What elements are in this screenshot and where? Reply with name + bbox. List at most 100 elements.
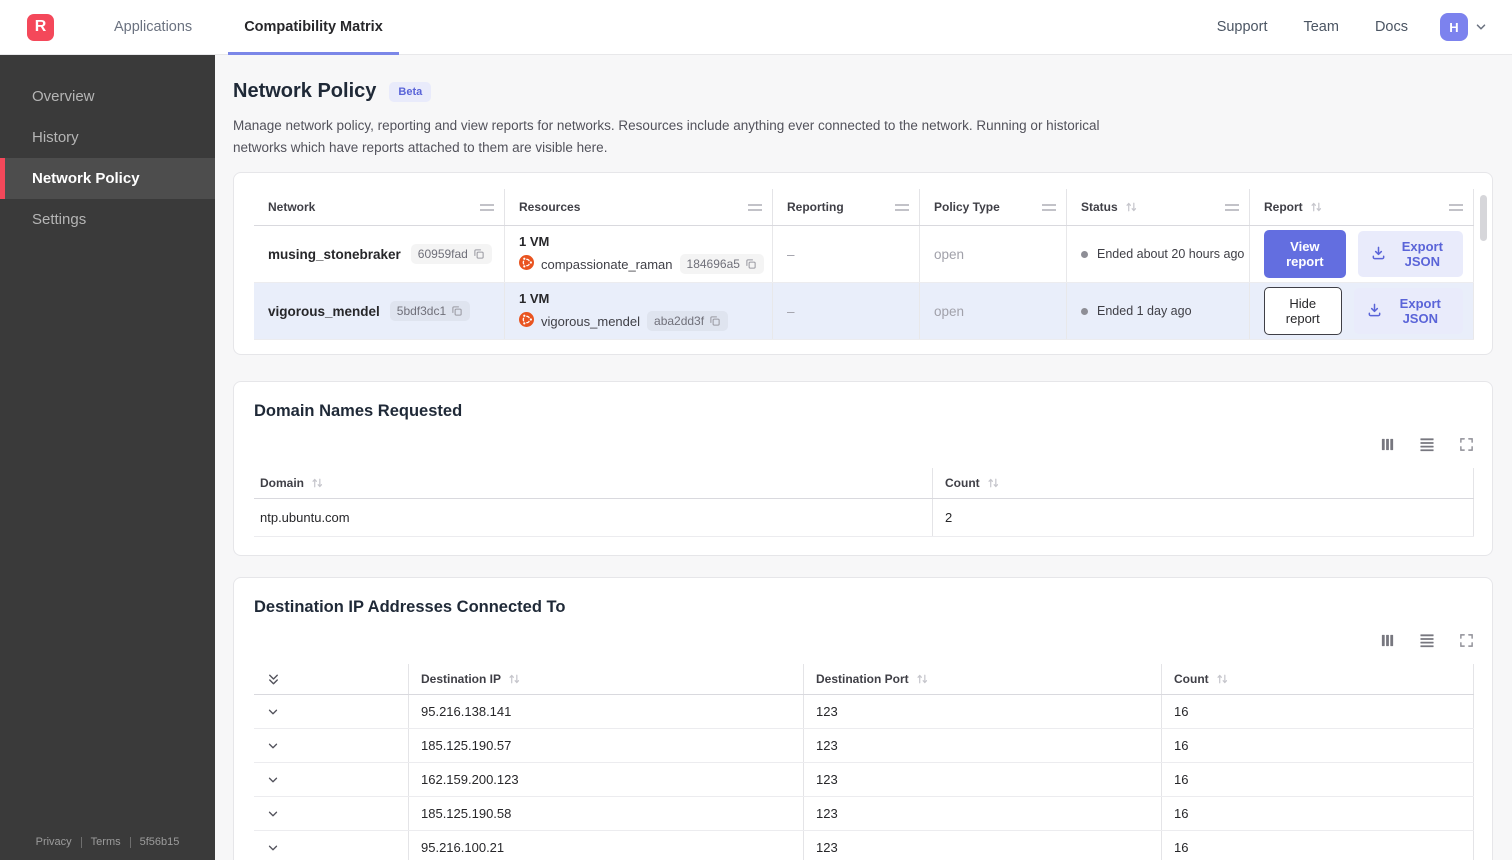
ip-cell: 162.159.200.123 [408,763,803,797]
column-resize-handle[interactable] [895,203,909,211]
terms-link[interactable]: Terms [82,836,130,848]
sidebar-item-settings[interactable]: Settings [0,199,215,240]
sort-icon[interactable] [311,477,324,489]
table-toolbar [254,633,1474,648]
domains-card: Domain Names Requested Domain Count ntp.… [233,381,1493,557]
row-density-icon[interactable] [1419,437,1435,452]
sort-icon[interactable] [1125,201,1138,213]
column-resize-handle[interactable] [1042,203,1056,211]
link-team[interactable]: Team [1303,19,1338,35]
sort-icon[interactable] [987,477,1000,489]
report-cell: View report Export JSON [1250,226,1474,283]
sort-icon[interactable] [508,673,521,685]
column-header-count[interactable]: Count [932,468,1474,499]
column-label: Network [268,200,316,215]
sidebar-item-overview[interactable]: Overview [0,76,215,117]
ip-cell: 95.216.100.21 [408,831,803,860]
chevron-down-icon [1474,20,1488,34]
networks-table-header: Network Resources Reporting Policy Type … [254,189,1474,227]
column-label: Destination IP [421,672,502,687]
policy-type-cell: open [920,283,1067,340]
count-cell: 16 [1161,763,1474,797]
export-json-button[interactable]: Export JSON [1357,231,1463,278]
ip-row[interactable]: 95.216.100.21 123 16 [254,831,1474,860]
tab-compatibility-matrix[interactable]: Compatibility Matrix [228,0,399,55]
row-expander-icon[interactable] [254,831,408,860]
domains-card-title: Domain Names Requested [254,402,463,421]
column-header-report[interactable]: Report [1250,189,1474,226]
count-cell: 16 [1161,729,1474,763]
port-cell: 123 [803,797,1161,831]
copy-icon[interactable] [473,248,485,260]
row-expander-icon[interactable] [254,763,408,796]
port-cell: 123 [803,695,1161,729]
column-resize-handle[interactable] [748,203,762,211]
sort-icon[interactable] [916,673,929,685]
network-row[interactable]: musing_stonebraker 60959fad 1 VM compass… [254,226,1474,284]
fullscreen-icon[interactable] [1459,437,1474,452]
column-header-count[interactable]: Count [1161,664,1474,695]
sidebar-item-network-policy[interactable]: Network Policy [0,158,215,199]
copy-icon[interactable] [745,258,757,270]
column-header-policy-type[interactable]: Policy Type [920,189,1067,226]
sidebar-item-history[interactable]: History [0,117,215,158]
link-support[interactable]: Support [1217,19,1268,35]
columns-icon[interactable] [1380,437,1395,452]
row-expander-icon[interactable] [254,729,408,762]
column-resize-handle[interactable] [1449,203,1463,211]
sort-icon[interactable] [1216,673,1229,685]
column-header-status[interactable]: Status [1067,189,1250,226]
network-id: 60959fad [417,247,468,262]
network-id-pill: 5bdf3dc1 [389,301,471,322]
columns-icon[interactable] [1380,633,1395,648]
sort-icon[interactable] [1310,201,1323,213]
column-resize-handle[interactable] [1225,203,1239,211]
fullscreen-icon[interactable] [1459,633,1474,648]
logo-letter: R [34,18,47,35]
row-density-icon[interactable] [1419,633,1435,648]
column-header-domain[interactable]: Domain [254,468,932,498]
privacy-link[interactable]: Privacy [27,836,81,848]
column-header-resources[interactable]: Resources [505,189,773,226]
beta-badge: Beta [389,81,432,102]
domain-row[interactable]: ntp.ubuntu.com 2 [254,499,1474,538]
ip-row[interactable]: 95.216.138.141 123 16 [254,695,1474,730]
download-icon [1371,245,1386,263]
copy-icon[interactable] [451,305,463,317]
resource-name: vigorous_mendel [541,313,641,329]
copy-icon[interactable] [709,315,721,327]
row-expander-icon[interactable] [254,797,408,830]
row-expander-icon[interactable] [254,695,408,728]
table-scrollbar[interactable] [1480,195,1487,242]
report-cell: Hide report Export JSON [1250,283,1474,340]
status-cell: Ended 1 day ago [1067,283,1250,340]
main-content: Network Policy Beta Manage network polic… [215,55,1512,860]
network-row[interactable]: vigorous_mendel 5bdf3dc1 1 VM vigorous_m… [254,283,1474,341]
column-label: Status [1081,200,1118,215]
resource-id-pill: aba2dd3f [647,311,729,332]
avatar[interactable]: H [1440,13,1468,41]
network-cell: vigorous_mendel 5bdf3dc1 [254,283,505,340]
hide-report-button[interactable]: Hide report [1264,287,1342,336]
link-docs[interactable]: Docs [1375,19,1408,35]
expand-all-icon[interactable] [254,664,408,694]
user-menu[interactable]: H [1440,13,1488,41]
resource-id: 184696a5 [686,257,740,272]
column-header-network[interactable]: Network [254,189,505,226]
domain-cell: ntp.ubuntu.com [260,510,350,526]
ip-row[interactable]: 185.125.190.57 123 16 [254,729,1474,764]
column-header-destination-ip[interactable]: Destination IP [408,664,803,695]
export-json-button[interactable]: Export JSON [1353,288,1463,335]
ip-row[interactable]: 185.125.190.58 123 16 [254,797,1474,832]
status-dot-icon [1081,250,1088,258]
tab-applications[interactable]: Applications [102,0,204,55]
resource-name: compassionate_raman [541,256,673,272]
app-logo[interactable]: R [27,13,54,41]
column-resize-handle[interactable] [480,203,494,211]
ubuntu-icon [519,312,534,330]
view-report-button[interactable]: View report [1264,230,1346,279]
column-header-reporting[interactable]: Reporting [773,189,920,226]
network-cell: musing_stonebraker 60959fad [254,226,505,283]
column-header-destination-port[interactable]: Destination Port [803,664,1161,695]
ip-row[interactable]: 162.159.200.123 123 16 [254,763,1474,798]
